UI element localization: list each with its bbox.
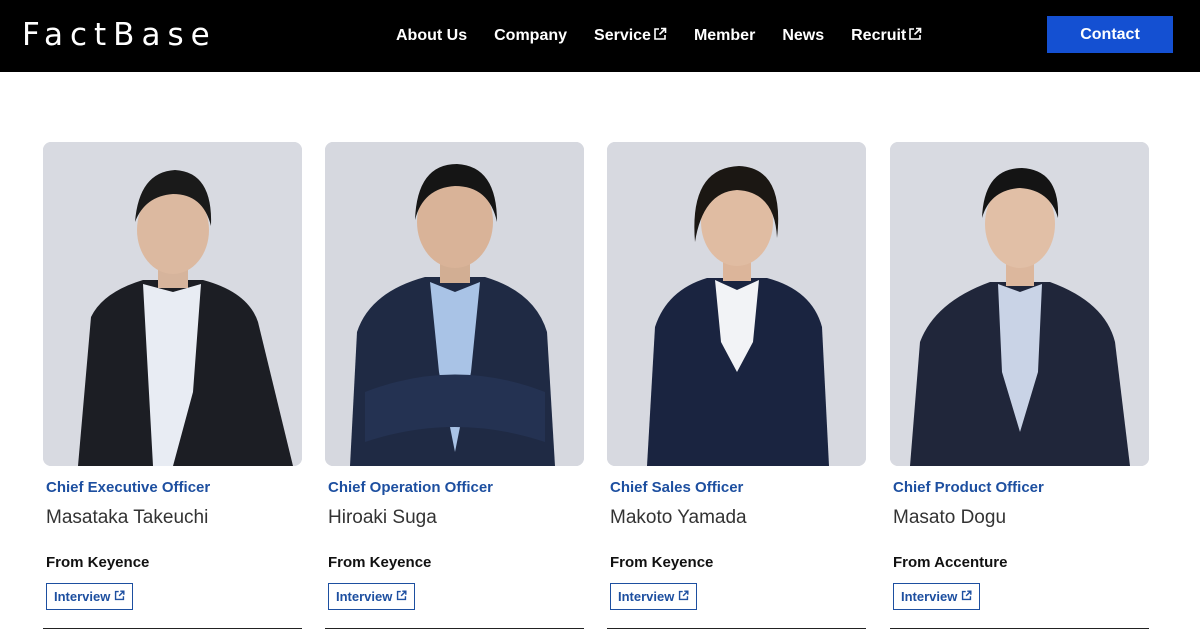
nav-label: About Us bbox=[396, 27, 468, 44]
nav-about-us[interactable]: About Us bbox=[396, 27, 467, 45]
interview-label: Interview bbox=[901, 589, 958, 604]
nav-service[interactable]: Service bbox=[594, 27, 667, 46]
main-nav: About Us Company Service Member News Rec… bbox=[396, 22, 949, 50]
member-name: Masataka Takeuchi bbox=[46, 507, 209, 528]
member-photo[interactable] bbox=[890, 142, 1149, 466]
nav-recruit[interactable]: Recruit bbox=[851, 27, 922, 46]
interview-link[interactable]: Interview bbox=[610, 583, 698, 610]
nav-company[interactable]: Company bbox=[494, 27, 567, 45]
card-divider bbox=[890, 628, 1149, 629]
external-link-icon bbox=[678, 589, 689, 604]
nav-label: Company bbox=[494, 27, 568, 44]
member-origin: From Accenture bbox=[893, 554, 1008, 571]
card-divider bbox=[43, 628, 302, 629]
card-divider bbox=[607, 628, 866, 629]
nav-label: Member bbox=[693, 27, 756, 44]
member-origin: From Keyence bbox=[610, 554, 714, 571]
member-card: Chief Operation Officer Hiroaki Suga Fro… bbox=[325, 142, 584, 610]
external-link-icon bbox=[961, 589, 972, 604]
nav-news[interactable]: News bbox=[782, 27, 824, 45]
member-photo[interactable] bbox=[607, 142, 866, 466]
member-title: Chief Sales Officer bbox=[610, 479, 744, 496]
card-divider bbox=[325, 628, 584, 629]
nav-label: Recruit bbox=[851, 27, 907, 44]
interview-link[interactable]: Interview bbox=[46, 583, 134, 610]
external-link-icon bbox=[653, 27, 667, 46]
member-photo[interactable] bbox=[43, 142, 302, 466]
logo[interactable]: FactBase bbox=[22, 14, 217, 56]
interview-label: Interview bbox=[336, 589, 393, 604]
site-header: FactBase About Us Company Service Member… bbox=[0, 0, 1200, 72]
member-origin: From Keyence bbox=[46, 554, 150, 571]
member-name: Makoto Yamada bbox=[610, 507, 747, 528]
member-card: Chief Sales Officer Makoto Yamada From K… bbox=[607, 142, 866, 610]
nav-label: News bbox=[782, 27, 825, 44]
external-link-icon bbox=[908, 27, 922, 46]
nav-member[interactable]: Member bbox=[694, 27, 755, 45]
member-title: Chief Executive Officer bbox=[46, 479, 211, 496]
interview-label: Interview bbox=[618, 589, 675, 604]
member-name: Masato Dogu bbox=[893, 507, 1007, 528]
external-link-icon bbox=[396, 589, 407, 604]
member-origin: From Keyence bbox=[328, 554, 432, 571]
interview-link[interactable]: Interview bbox=[328, 583, 416, 610]
interview-label: Interview bbox=[54, 589, 111, 604]
contact-button[interactable]: Contact bbox=[1047, 16, 1173, 53]
member-title: Chief Product Officer bbox=[893, 479, 1044, 496]
member-photo[interactable] bbox=[325, 142, 584, 466]
nav-label: Service bbox=[594, 27, 651, 44]
external-link-icon bbox=[114, 589, 125, 604]
interview-link[interactable]: Interview bbox=[893, 583, 981, 610]
member-name: Hiroaki Suga bbox=[328, 507, 437, 528]
member-title: Chief Operation Officer bbox=[328, 479, 494, 496]
member-card: Chief Executive Officer Masataka Takeuch… bbox=[43, 142, 302, 610]
member-card: Chief Product Officer Masato Dogu From A… bbox=[890, 142, 1149, 610]
